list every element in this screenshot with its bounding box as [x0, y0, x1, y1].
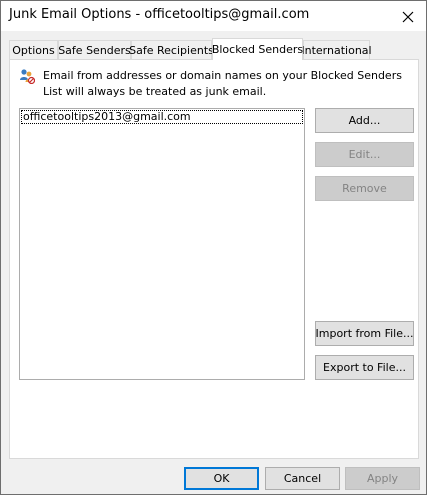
close-button[interactable]: [391, 4, 425, 30]
import-from-file-button[interactable]: Import from File...: [315, 321, 414, 346]
remove-button[interactable]: Remove: [315, 176, 414, 201]
tab-international[interactable]: International: [301, 40, 372, 59]
people-blocked-icon: [20, 69, 35, 84]
export-to-file-button[interactable]: Export to File...: [315, 355, 414, 380]
tab-label: Safe Senders: [58, 43, 131, 57]
tab-label: Safe Recipients: [129, 43, 214, 57]
tab-strip: Options Safe Senders Safe Recipients Blo…: [9, 38, 419, 60]
tab-label: Blocked Senders: [211, 43, 304, 56]
blocked-senders-panel: Email from addresses or domain names on …: [9, 59, 419, 459]
cancel-button[interactable]: Cancel: [265, 467, 340, 490]
blocked-senders-list[interactable]: officetooltips2013@gmail.com: [19, 108, 305, 380]
tab-blocked-senders[interactable]: Blocked Senders: [212, 38, 303, 60]
tab-options[interactable]: Options: [9, 40, 58, 59]
apply-button[interactable]: Apply: [345, 467, 420, 490]
window-title: Junk Email Options - officetooltips@gmai…: [9, 7, 310, 22]
list-item[interactable]: officetooltips2013@gmail.com: [21, 110, 303, 124]
info-text: Email from addresses or domain names on …: [43, 69, 402, 98]
tab-safe-senders[interactable]: Safe Senders: [58, 40, 131, 59]
edit-button[interactable]: Edit...: [315, 142, 414, 167]
add-button[interactable]: Add...: [315, 108, 414, 133]
ok-button[interactable]: OK: [184, 467, 259, 490]
title-bar: Junk Email Options - officetooltips@gmai…: [1, 1, 426, 31]
tab-label: International: [301, 43, 372, 57]
tab-label: Options: [12, 43, 55, 57]
junk-email-options-dialog: Junk Email Options - officetooltips@gmai…: [0, 0, 427, 495]
close-icon: [402, 11, 414, 23]
tab-safe-recipients[interactable]: Safe Recipients: [129, 40, 214, 59]
